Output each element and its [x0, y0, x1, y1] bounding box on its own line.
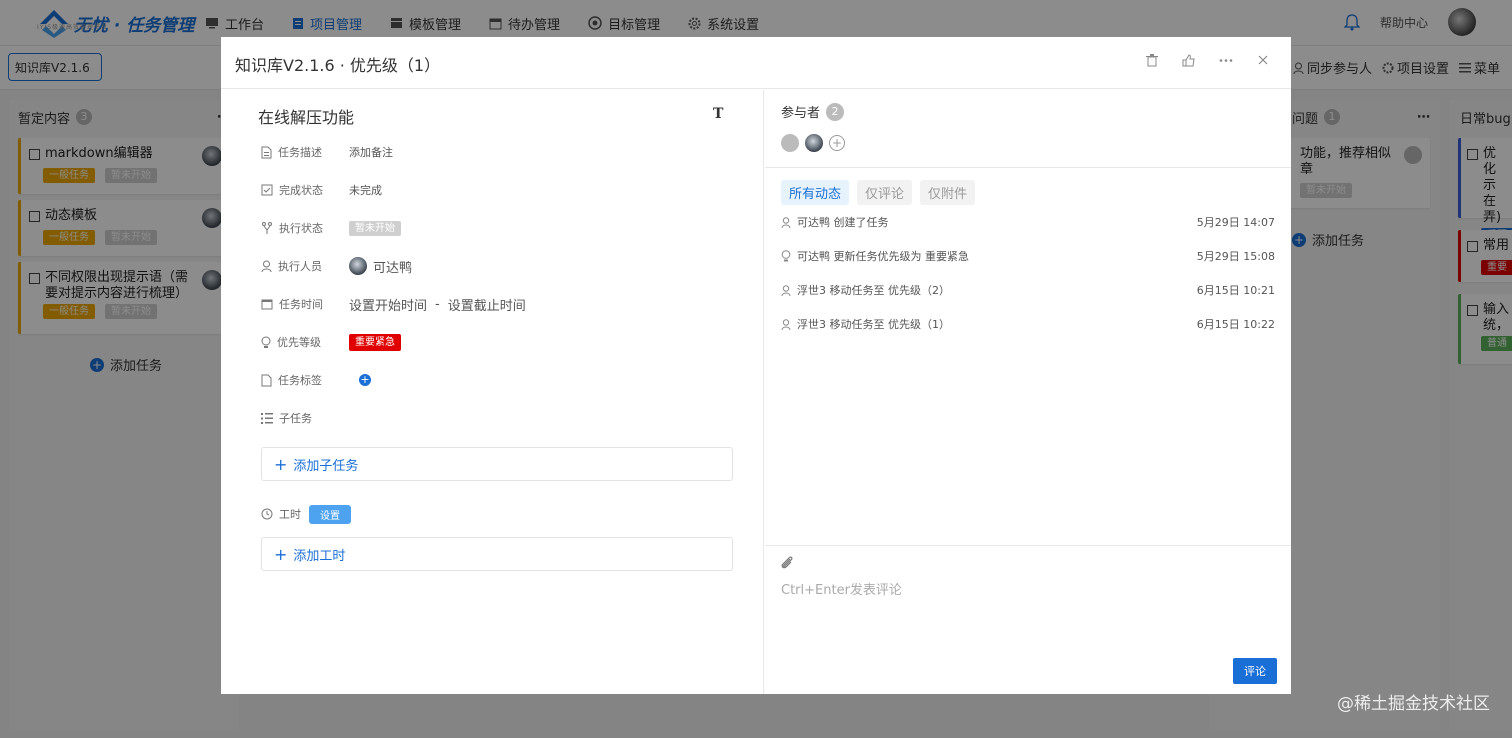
tab-attachments-only[interactable]: 仅附件 [920, 180, 976, 205]
checkbox-icon [261, 184, 273, 196]
user-icon [781, 318, 791, 330]
comment-button[interactable]: 评论 [1233, 658, 1277, 684]
activity-text: 浮世3 移动任务至 优先级（1） [797, 318, 950, 331]
end-time-input[interactable]: 设置截止时间 [448, 295, 526, 314]
assignee[interactable]: 可达鸭 [349, 257, 412, 276]
field-completion: 完成状态 未完成 [261, 180, 382, 200]
modal-header: 知识库V2.1.6 · 优先级（1） [221, 37, 1291, 89]
trash-icon[interactable] [1146, 54, 1158, 67]
field-priority: 优先等级 重要紧急 [261, 332, 401, 352]
field-label: 完成状态 [279, 184, 323, 197]
assignee-name: 可达鸭 [373, 260, 413, 276]
start-time-input[interactable]: 设置开始时间 [349, 295, 427, 314]
priority-tag[interactable]: 重要紧急 [349, 333, 401, 351]
time-separator: - [435, 296, 440, 312]
field-label: 工时 [279, 508, 301, 521]
modal-title: 知识库V2.1.6 · 优先级（1） [235, 56, 441, 75]
description-input[interactable]: 添加备注 [349, 144, 393, 160]
activity-time: 5月29日 15:08 [1196, 250, 1275, 263]
field-exec-status: 执行状态 暂未开始 [261, 218, 401, 238]
activity-text: 浮世3 移动任务至 优先级（2） [797, 284, 950, 297]
more-icon[interactable] [1219, 54, 1233, 67]
set-hours-button[interactable]: 设置 [309, 504, 351, 524]
avatar [349, 257, 367, 275]
activity-item: 可达鸭 更新任务优先级为 重要紧急 5月29日 15:08 [781, 248, 1275, 264]
completion-status[interactable]: 未完成 [349, 182, 382, 198]
activity-time: 5月29日 14:07 [1196, 216, 1275, 229]
activity-panel: 参与者 2 + 所有动态 仅评论 仅附件 可达鸭 创建了任务 5月29日 14:… [765, 90, 1291, 694]
activity-item: 浮世3 移动任务至 优先级（1） 6月15日 10:22 [781, 316, 1275, 332]
activity-item: 浮世3 移动任务至 优先级（2） 6月15日 10:21 [781, 282, 1275, 298]
clock-icon [261, 508, 273, 520]
participants-list: + [781, 134, 845, 152]
user-icon [781, 284, 791, 296]
avatar[interactable] [781, 134, 799, 152]
text-format-button[interactable]: T [713, 106, 723, 122]
thumbs-up-icon[interactable] [1182, 54, 1195, 67]
add-subtask-button[interactable]: + 添加子任务 [261, 447, 733, 481]
field-subtasks: 子任务 [261, 408, 349, 428]
field-label: 执行状态 [279, 222, 323, 235]
bulb-icon [261, 336, 271, 348]
add-hours-button[interactable]: + 添加工时 [261, 537, 733, 571]
user-icon [781, 216, 791, 228]
activity-text: 可达鸭 创建了任务 [797, 216, 889, 229]
activity-text: 可达鸭 更新任务优先级为 重要紧急 [797, 250, 969, 263]
participants-label: 参与者 [781, 106, 821, 121]
calendar-icon [261, 299, 273, 310]
participants-header: 参与者 2 [781, 102, 845, 121]
close-icon[interactable] [1257, 54, 1269, 67]
watermark: @稀土掘金技术社区 [1337, 694, 1490, 714]
field-label: 执行人员 [278, 260, 322, 273]
field-time: 任务时间 设置开始时间 - 设置截止时间 [261, 294, 526, 314]
comment-box: Ctrl+Enter发表评论 评论 [765, 545, 1291, 694]
file-icon [261, 374, 272, 386]
paperclip-icon[interactable] [779, 555, 795, 571]
activity-item: 可达鸭 创建了任务 5月29日 14:07 [781, 214, 1275, 230]
add-subtask-label: 添加子任务 [293, 458, 359, 474]
activity-time: 6月15日 10:21 [1196, 284, 1275, 297]
activity-time: 6月15日 10:22 [1196, 318, 1275, 331]
participants-count: 2 [826, 102, 845, 121]
tab-comments-only[interactable]: 仅评论 [857, 180, 913, 205]
field-label: 子任务 [279, 412, 312, 425]
user-icon [261, 260, 272, 272]
task-title[interactable]: 在线解压功能 [258, 104, 354, 128]
comment-input[interactable]: Ctrl+Enter发表评论 [781, 579, 902, 598]
add-tag-icon[interactable]: + [359, 374, 371, 386]
add-participant-icon[interactable]: + [829, 135, 845, 151]
avatar[interactable] [805, 134, 823, 152]
list-icon [261, 412, 273, 424]
field-label: 优先等级 [277, 336, 321, 349]
field-hours: 工时 设置 [261, 504, 351, 524]
task-detail-modal: 知识库V2.1.6 · 优先级（1） 在线解压功能 T 任务描述 添加备注 完成… [221, 37, 1291, 694]
branch-icon [262, 221, 272, 234]
field-label: 任务时间 [279, 298, 323, 311]
add-hours-label: 添加工时 [293, 548, 346, 564]
divider [765, 167, 1291, 168]
bulb-icon [781, 250, 791, 262]
field-description: 任务描述 添加备注 [261, 142, 393, 162]
exec-status-tag[interactable]: 暂未开始 [349, 220, 401, 236]
task-detail-panel: 在线解压功能 T 任务描述 添加备注 完成状态 未完成 执行状态 暂未开始 执行… [221, 90, 764, 694]
modal-actions [1146, 54, 1269, 67]
tab-all-activity[interactable]: 所有动态 [781, 180, 850, 205]
activity-tabs: 所有动态 仅评论 仅附件 [781, 180, 976, 205]
document-icon [261, 146, 272, 158]
field-label: 任务描述 [278, 146, 322, 159]
plus-icon: + [274, 544, 288, 564]
plus-icon: + [274, 454, 288, 474]
field-assignee: 执行人员 可达鸭 [261, 256, 412, 276]
field-tags: 任务标签 + [261, 370, 371, 390]
field-label: 任务标签 [278, 374, 322, 387]
